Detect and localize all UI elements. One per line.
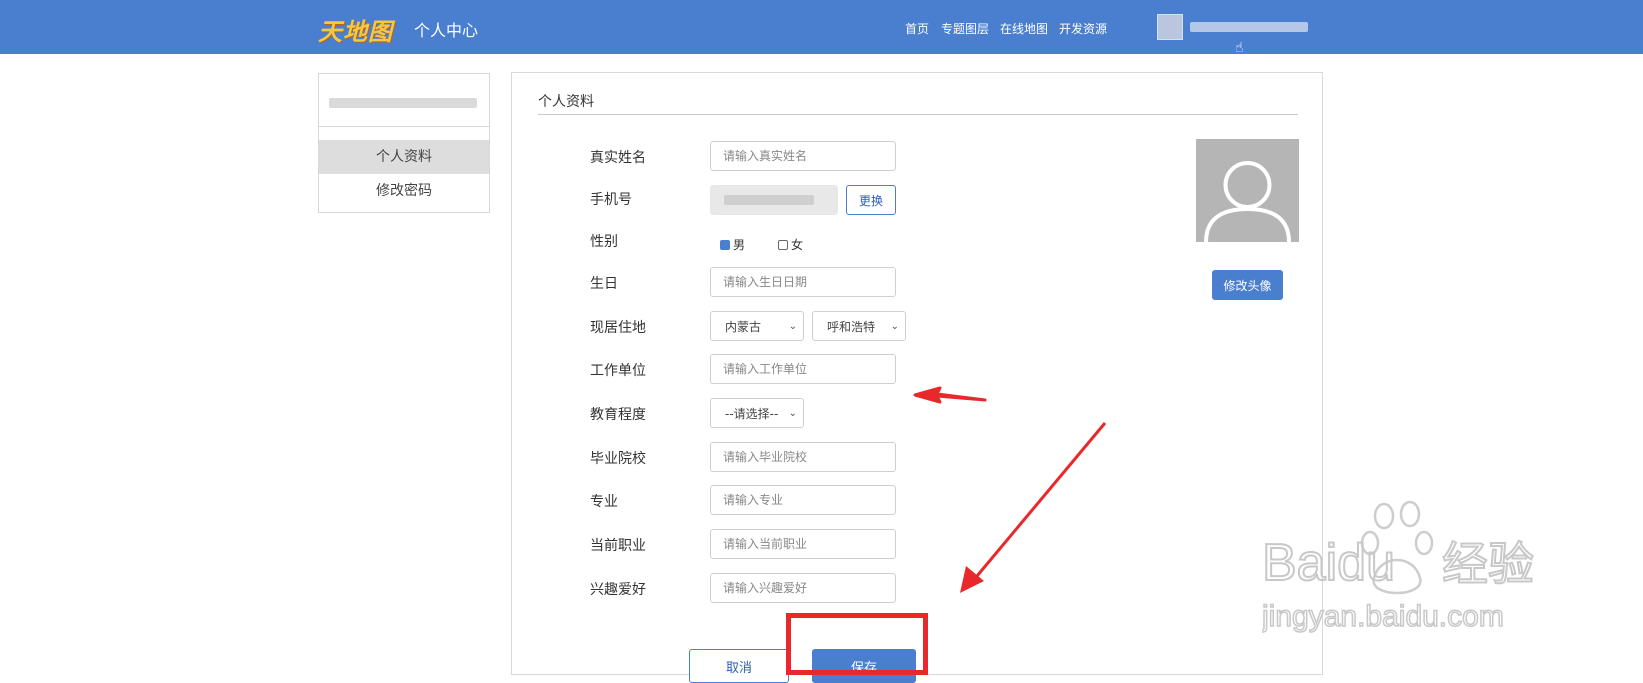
user-name-blurred[interactable] (1190, 22, 1308, 32)
birthday-label: 生日 (590, 276, 618, 292)
major-input[interactable] (710, 485, 896, 515)
residence-label: 现居住地 (590, 320, 646, 336)
sidebar-item-change-password[interactable]: 修改密码 (319, 174, 489, 208)
nav-thematic-layers[interactable]: 专题图层 (941, 20, 989, 37)
sidebar: 个人资料 修改密码 (318, 73, 490, 213)
tianditu-logo[interactable]: 天地图 (318, 12, 393, 47)
chevron-down-icon: ⌄ (890, 320, 899, 332)
workplace-label: 工作单位 (590, 363, 646, 379)
job-label: 当前职业 (590, 538, 646, 554)
phone-number-blurred (724, 195, 814, 205)
hobby-label: 兴趣爱好 (590, 582, 646, 598)
sidebar-item-profile[interactable]: 个人资料 (319, 140, 489, 174)
birthday-input[interactable] (710, 267, 896, 297)
checkbox-checked-icon[interactable] (720, 239, 730, 250)
gender-female-option[interactable]: 女 (778, 236, 803, 253)
school-label: 毕业院校 (590, 451, 646, 467)
workplace-input[interactable] (710, 354, 896, 384)
education-value: --请选择-- (725, 406, 779, 421)
city-value: 呼和浩特 (827, 319, 876, 334)
sidebar-username-blurred (329, 98, 477, 108)
education-select[interactable]: --请选择-- ⌄ (710, 398, 804, 428)
nav-home[interactable]: 首页 (905, 20, 929, 37)
watermark-brand-cn: 经验 (1442, 537, 1534, 591)
change-phone-button[interactable]: 更换 (846, 185, 896, 215)
app-title: 个人中心 (414, 21, 479, 40)
panel-divider (538, 114, 1298, 115)
province-value: 内蒙古 (725, 319, 762, 334)
top-navbar: 天地图 个人中心 首页 专题图层 在线地图 开发资源 ☝ (0, 0, 1643, 56)
phone-label: 手机号 (590, 192, 632, 208)
gender-label: 性别 (590, 234, 618, 250)
panel-title: 个人资料 (538, 94, 594, 110)
nav-dev-resources[interactable]: 开发资源 (1059, 20, 1107, 37)
change-avatar-button[interactable]: 修改头像 (1212, 270, 1283, 300)
cancel-button[interactable]: 取消 (689, 649, 789, 683)
gender-female-label: 女 (791, 238, 804, 252)
gender-male-label: 男 (733, 238, 746, 252)
major-label: 专业 (590, 494, 618, 510)
education-label: 教育程度 (590, 407, 646, 423)
hand-cursor-icon: ☝ (1235, 40, 1244, 56)
avatar-placeholder-icon (1196, 139, 1299, 242)
phone-field (710, 185, 838, 215)
sidebar-divider (319, 126, 489, 127)
real-name-label: 真实姓名 (590, 150, 646, 166)
real-name-input[interactable] (710, 141, 896, 171)
hobby-input[interactable] (710, 573, 896, 603)
school-input[interactable] (710, 442, 896, 472)
chevron-down-icon: ⌄ (788, 407, 797, 419)
province-select[interactable]: 内蒙古 ⌄ (710, 311, 804, 341)
gender-male-option[interactable]: 男 (720, 236, 745, 253)
nav-online-map[interactable]: 在线地图 (1000, 20, 1048, 37)
profile-panel: 个人资料 真实姓名 手机号 更换 性别 男 女 生日 现居住地 内蒙古 ⌄ 呼和… (511, 72, 1323, 683)
city-select[interactable]: 呼和浩特 ⌄ (812, 311, 906, 341)
save-highlight-box (786, 613, 928, 675)
checkbox-unchecked-icon[interactable] (778, 239, 788, 250)
user-avatar[interactable] (1157, 14, 1183, 40)
chevron-down-icon: ⌄ (788, 320, 797, 332)
job-input[interactable] (710, 529, 896, 559)
